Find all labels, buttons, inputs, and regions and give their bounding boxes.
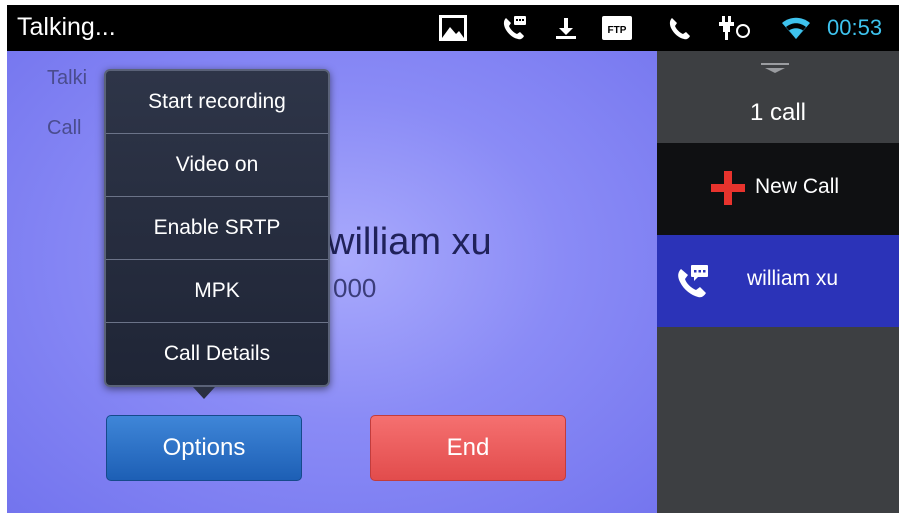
menu-item-video-on[interactable]: Video on (106, 134, 328, 196)
voicemail-call-icon (499, 5, 529, 51)
options-button[interactable]: Options (106, 415, 302, 481)
active-call-label: william xu (747, 267, 839, 290)
wifi-icon (779, 5, 813, 51)
download-icon (551, 5, 581, 51)
call-count: 1 call (749, 99, 807, 126)
menu-item-start-recording[interactable]: Start recording (106, 71, 328, 133)
phone-icon (665, 5, 695, 51)
end-call-button[interactable]: End (370, 415, 566, 481)
plus-icon (711, 171, 745, 205)
call-area: Talki Call william xu 000 Start recordin… (7, 51, 657, 513)
svg-text:FTP: FTP (608, 25, 627, 36)
call-list-panel: 1 call New Call william xu (657, 51, 899, 513)
caller-name: william xu (327, 221, 492, 263)
menu-item-call-details[interactable]: Call Details (106, 323, 328, 385)
phone-screen: Talking... FTP 00:53 Talki Call william … (7, 5, 899, 513)
call-status-line: Talki (47, 67, 88, 89)
caller-number: 000 (333, 273, 377, 303)
usb-debug-icon (715, 5, 753, 51)
menu-pointer (193, 387, 215, 399)
status-bar: Talking... FTP 00:53 (7, 5, 899, 51)
ftp-icon: FTP (601, 5, 633, 51)
active-call-item[interactable]: william xu (657, 235, 899, 327)
active-call-icon (678, 265, 708, 298)
menu-item-mpk[interactable]: MPK (106, 260, 328, 322)
call-status-line-2: Call (47, 117, 82, 139)
options-menu: Start recording Video on Enable SRTP MPK… (104, 69, 330, 387)
status-clock: 00:53 (827, 15, 883, 40)
new-call-label: New Call (755, 175, 840, 198)
image-icon (437, 5, 469, 51)
drawer-handle-icon[interactable] (761, 63, 789, 73)
status-title: Talking... (17, 13, 116, 41)
menu-item-enable-srtp[interactable]: Enable SRTP (106, 197, 328, 259)
new-call-button[interactable]: New Call (657, 143, 899, 235)
